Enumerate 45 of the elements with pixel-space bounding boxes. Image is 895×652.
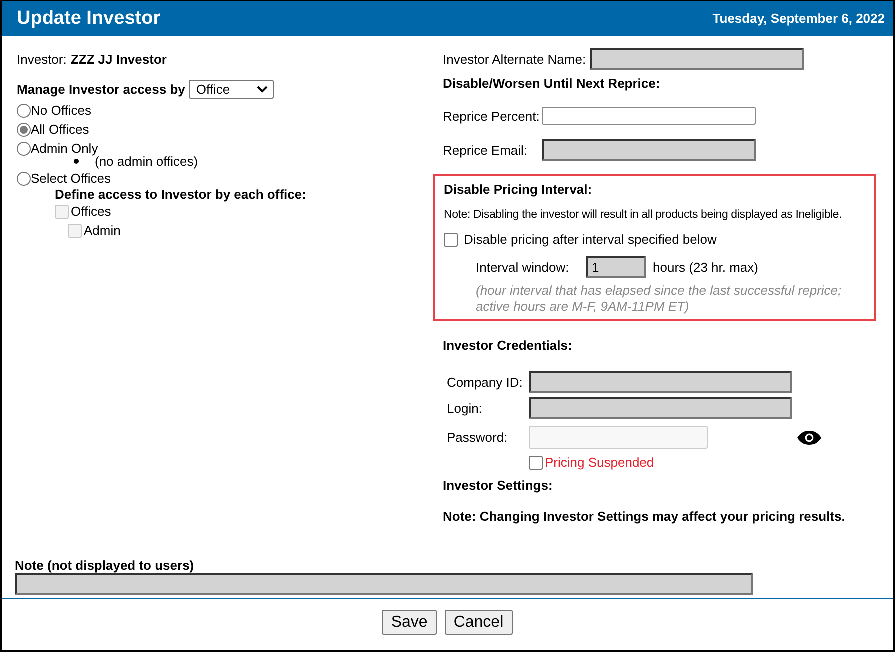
field-label: Reprice Percent: [443,108,540,124]
access-label: Manage Investor access by [17,82,186,97]
field-label: Note (not displayed to users) [15,558,196,573]
section-heading: Disable/Worsen Until Next Reprice: [443,76,662,91]
section-heading: Investor Credentials: [443,338,574,353]
note-text: (no admin offices) [95,154,198,169]
investor-name: ZZZ JJ Investor [70,52,167,66]
investor-label: Investor: [17,52,67,66]
checkbox-label: Pricing Suspended [545,455,654,470]
radio-label: All Offices [31,122,90,137]
radio-button[interactable] [17,172,31,186]
radio-label: No Offices [31,103,92,118]
field-label: Reprice Email: [443,142,528,158]
caret-icon [257,86,268,93]
action-button[interactable]: Cancel [444,610,513,635]
bullet-icon [74,159,79,164]
section-heading: Investor Settings: [443,478,554,493]
radio-button[interactable] [17,104,31,118]
text-field[interactable] [542,107,756,125]
field-label: Login: [447,400,484,416]
note-text: Note: Disabling the investor will result in all products being displayed as Ineligible. [444,209,844,221]
hint-text: (hour interval that has elapsed since the last successful reprice; active hours are M-F, 9AM-11PM ET) [476,283,843,315]
checkbox[interactable] [529,456,543,470]
checkbox-label: Disable pricing after interval specified below [464,232,717,247]
dropdown[interactable]: Office [189,80,274,99]
window-title: Update Investor [17,8,161,30]
section-heading: Disable Pricing Interval: [444,182,594,197]
radio-label: Admin Only [31,141,98,156]
section-label: Define access to Investor by each office: [55,187,308,202]
password-field[interactable] [529,426,708,449]
action-button[interactable]: Save [382,610,437,635]
checkbox-label: Admin [84,223,121,238]
radio-label: Select Offices [31,171,111,186]
radio-button[interactable] [17,142,31,156]
date-label: Tuesday, September 6, 2022 [712,11,885,26]
note-text: Note: Changing Investor Settings may affect your pricing results. [443,509,846,524]
unit-label: hours (23 hr. max) [653,260,758,274]
eye-icon[interactable] [797,430,822,444]
checkbox[interactable] [444,232,458,246]
field-label: Investor Alternate Name: [443,52,586,66]
radio-button[interactable] [17,122,31,136]
field-label: Company ID: [447,374,524,390]
checkbox-label: Offices [71,204,112,219]
field-label: Password: [447,430,509,445]
field-label: Interval window: [476,260,570,274]
